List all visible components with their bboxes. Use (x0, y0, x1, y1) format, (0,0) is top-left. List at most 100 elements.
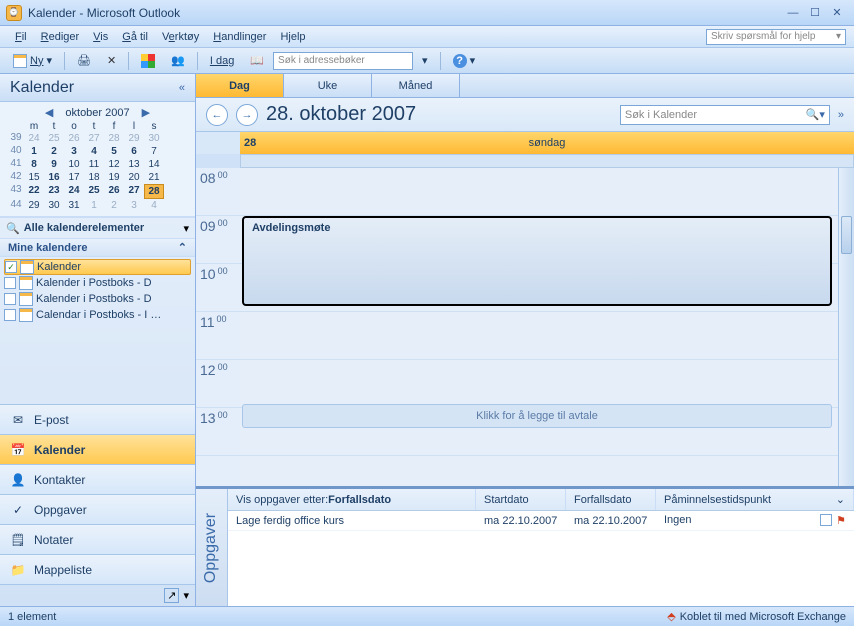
time-slot-area[interactable]: Avdelingsmøte Klikk for å legge til avta… (240, 168, 838, 486)
flag-icon[interactable]: ⚑ (836, 514, 846, 527)
calendar-day[interactable]: 25 (44, 132, 64, 145)
calendar-day[interactable]: 2 (44, 145, 64, 158)
calendar-list-item[interactable]: Kalender i Postboks - D (4, 291, 191, 307)
calendar-day[interactable]: 19 (104, 171, 124, 184)
nav-item-mail[interactable]: ✉ E-post (0, 404, 195, 434)
checkbox[interactable]: ✓ (5, 261, 17, 273)
calendar-day[interactable]: 28 (104, 132, 124, 145)
calendar-day[interactable]: 26 (104, 184, 124, 199)
calendar-day[interactable]: 30 (144, 132, 164, 145)
calendar-day[interactable]: 29 (124, 132, 144, 145)
calendar-day[interactable]: 14 (144, 158, 164, 171)
tab-week[interactable]: Uke (284, 74, 372, 97)
calendar-day[interactable]: 27 (84, 132, 104, 145)
dropdown-icon[interactable]: ▾ (836, 31, 841, 42)
my-calendars-header[interactable]: Mine kalendere ⌃ (0, 239, 195, 257)
nav-options-dropdown[interactable]: ▾ (183, 589, 189, 602)
shortcut-config-icon[interactable]: ↗ (164, 588, 179, 603)
calendar-day[interactable]: 29 (24, 199, 44, 212)
calendar-day[interactable]: 3 (64, 145, 84, 158)
calendar-day[interactable]: 4 (84, 145, 104, 158)
calendar-day[interactable]: 17 (64, 171, 84, 184)
calendar-day[interactable]: 6 (124, 145, 144, 158)
new-button[interactable]: Ny▾ (6, 51, 59, 71)
calendar-day[interactable]: 21 (144, 171, 164, 184)
print-button[interactable]: 🖨 (70, 51, 98, 71)
calendar-day[interactable]: 30 (44, 199, 64, 212)
calendar-day[interactable]: 1 (24, 145, 44, 158)
address-book-search-input[interactable]: Søk i adressebøker (273, 52, 413, 70)
calendar-day[interactable]: 7 (144, 145, 164, 158)
task-sort-column[interactable]: Vis oppgaver etter: Forfallsdato (228, 489, 476, 510)
next-day-button[interactable]: → (236, 104, 258, 126)
menu-verktoy[interactable]: Verktøy (155, 31, 206, 43)
permissions-button[interactable]: 👥 (164, 51, 192, 71)
nav-item-notes[interactable]: 🗒 Notater (0, 524, 195, 554)
calendar-day[interactable]: 5 (104, 145, 124, 158)
calendar-day[interactable]: 16 (44, 171, 64, 184)
calendar-day[interactable]: 11 (84, 158, 104, 171)
calendar-day[interactable]: 27 (124, 184, 144, 199)
calendar-day[interactable]: 23 (44, 184, 64, 199)
maximize-button[interactable]: ☐ (804, 5, 826, 21)
calendar-day[interactable]: 4 (144, 199, 164, 212)
time-slot[interactable] (240, 360, 838, 408)
close-button[interactable]: ✕ (826, 5, 848, 21)
calendar-day[interactable]: 9 (44, 158, 64, 171)
calendar-day[interactable]: 15 (24, 171, 44, 184)
calendar-day[interactable]: 25 (84, 184, 104, 199)
mini-calendar-month[interactable]: oktober 2007 (65, 107, 129, 119)
nav-item-contacts[interactable]: 👤 Kontakter (0, 464, 195, 494)
time-slot[interactable] (240, 312, 838, 360)
calendar-day[interactable]: 1 (84, 199, 104, 212)
appointment-block[interactable]: Avdelingsmøte (242, 216, 832, 306)
calendar-filter-dropdown[interactable]: 🔍 Alle kalenderelementer ▾ (0, 217, 195, 239)
help-button[interactable]: ?▾ (446, 51, 483, 71)
today-button[interactable]: I dag (203, 51, 241, 71)
find-button[interactable]: 📖 (243, 51, 271, 71)
task-row[interactable]: Lage ferdig office kurs ma 22.10.2007 ma… (228, 511, 854, 531)
task-col-start[interactable]: Startdato (476, 489, 566, 510)
all-day-row[interactable] (196, 154, 854, 168)
task-side-label[interactable]: Oppgaver (196, 489, 228, 606)
calendar-day[interactable]: 22 (24, 184, 44, 199)
calendar-day[interactable]: 26 (64, 132, 84, 145)
prev-month-button[interactable]: ◀ (39, 106, 59, 119)
calendar-list-item[interactable]: ✓ Kalender (4, 259, 191, 275)
calendar-day[interactable]: 2 (104, 199, 124, 212)
categories-button[interactable] (134, 51, 162, 71)
vertical-scrollbar[interactable] (838, 168, 854, 486)
menu-hjelp[interactable]: Hjelp (273, 31, 312, 43)
nav-item-folders[interactable]: 📁 Mappeliste (0, 554, 195, 584)
menu-fil[interactable]: Fil (8, 31, 34, 43)
search-icon[interactable]: 🔍▾ (806, 108, 825, 121)
calendar-day[interactable]: 3 (124, 199, 144, 212)
add-appointment-hint[interactable]: Klikk for å legge til avtale (242, 404, 832, 428)
calendar-day[interactable]: 8 (24, 158, 44, 171)
calendar-day[interactable]: 10 (64, 158, 84, 171)
menu-ga-til[interactable]: Gå til (115, 31, 155, 43)
calendar-day[interactable]: 18 (84, 171, 104, 184)
chevron-down-icon[interactable]: ⌄ (836, 493, 845, 506)
calendar-day[interactable]: 12 (104, 158, 124, 171)
checkbox[interactable] (4, 309, 16, 321)
task-col-reminder[interactable]: Påminnelsestidspunkt⌄ (656, 489, 854, 510)
tab-day[interactable]: Dag (196, 74, 284, 97)
checkbox[interactable] (4, 293, 16, 305)
task-col-due[interactable]: Forfallsdato (566, 489, 656, 510)
search-options-chevron[interactable]: » (838, 109, 844, 121)
prev-day-button[interactable]: ← (206, 104, 228, 126)
collapse-sidebar-icon[interactable]: « (179, 82, 185, 94)
help-search-input[interactable]: Skriv spørsmål for hjelp▾ (706, 29, 846, 45)
calendar-search-input[interactable]: Søk i Kalender 🔍▾ (620, 105, 830, 125)
nav-item-calendar[interactable]: 📅 Kalender (0, 434, 195, 464)
task-complete-checkbox[interactable] (820, 514, 832, 526)
menu-rediger[interactable]: Rediger (34, 31, 87, 43)
menu-vis[interactable]: Vis (86, 31, 115, 43)
menu-handlinger[interactable]: Handlinger (206, 31, 273, 43)
search-dropdown[interactable]: ▾ (415, 51, 435, 71)
delete-button[interactable]: ✕ (100, 51, 123, 71)
calendar-day[interactable]: 28 (144, 184, 164, 199)
next-month-button[interactable]: ▶ (136, 106, 156, 119)
calendar-day[interactable]: 13 (124, 158, 144, 171)
